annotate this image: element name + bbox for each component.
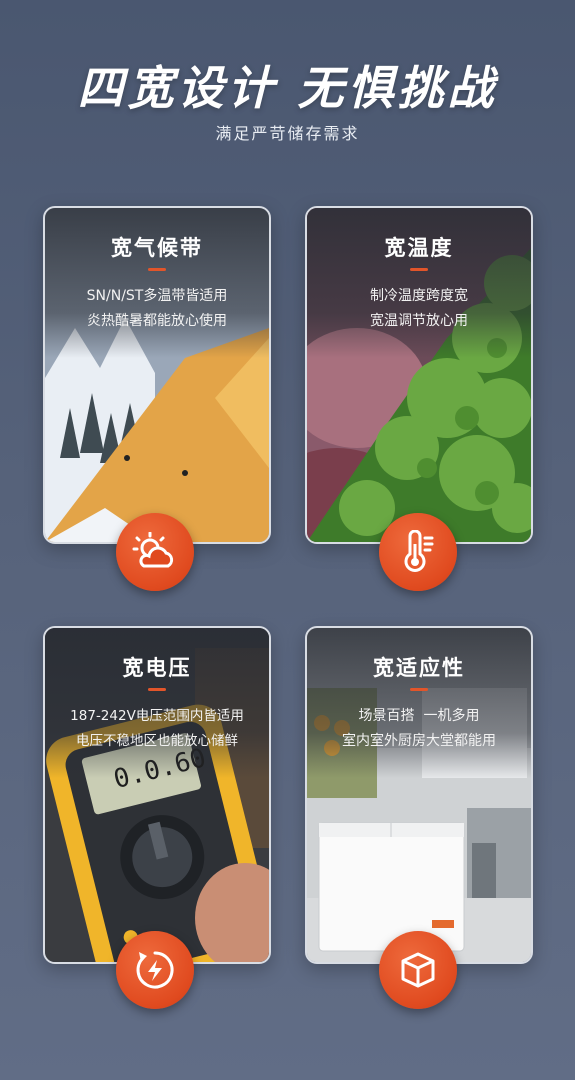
accent-bar	[148, 688, 166, 691]
card-description-line: 场景百搭 一机多用	[358, 708, 480, 724]
card-title: 宽电压	[122, 656, 192, 680]
card-title: 宽温度	[384, 236, 454, 260]
feature-card-adaptability: 宽适应性 场景百搭 一机多用 室内室外厨房大堂都能用	[305, 626, 533, 964]
card-header-shade	[45, 628, 269, 778]
card-header-shade	[307, 208, 531, 358]
card-description-line: 室内室外厨房大堂都能用	[342, 733, 496, 749]
thermometer-icon	[379, 513, 457, 591]
accent-bar	[148, 268, 166, 271]
sun-cloud-icon	[116, 513, 194, 591]
card-description-line: SN/N/ST多温带皆适用	[86, 288, 228, 304]
page-subtitle: 满足严苛储存需求	[215, 124, 360, 143]
card-description-line: 187-242V电压范围内皆适用	[70, 708, 244, 724]
card-description-line: 宽温调节放心用	[370, 313, 468, 329]
card-description: 187-242V电压范围内皆适用 电压不稳地区也能放心储鲜	[45, 704, 269, 754]
card-description: 制冷温度跨度宽 宽温调节放心用	[307, 284, 531, 334]
card-description-line: 炎热酷暑都能放心使用	[87, 313, 227, 329]
power-cycle-icon	[116, 931, 194, 1009]
card-title: 宽适应性	[373, 656, 465, 680]
box-icon	[379, 931, 457, 1009]
card-description-line: 电压不稳地区也能放心储鲜	[76, 733, 238, 749]
card-description: 场景百搭 一机多用 室内室外厨房大堂都能用	[307, 704, 531, 754]
card-header-shade	[307, 628, 531, 778]
accent-bar	[410, 688, 428, 691]
card-description: SN/N/ST多温带皆适用 炎热酷暑都能放心使用	[45, 284, 269, 334]
card-header-shade	[45, 208, 269, 358]
accent-bar	[410, 268, 428, 271]
card-description-line: 制冷温度跨度宽	[370, 288, 468, 304]
feature-card-voltage: 0.0.60 宽电压 187-242V电压范围内皆适用 电压不稳地区也能放心储鲜	[43, 626, 271, 964]
feature-card-climate: 宽气候带 SN/N/ST多温带皆适用 炎热酷暑都能放心使用	[43, 206, 271, 544]
feature-card-temperature: 宽温度 制冷温度跨度宽 宽温调节放心用	[305, 206, 533, 544]
page-title: 四宽设计 无惧挑战	[77, 61, 498, 115]
card-title: 宽气候带	[111, 236, 203, 260]
